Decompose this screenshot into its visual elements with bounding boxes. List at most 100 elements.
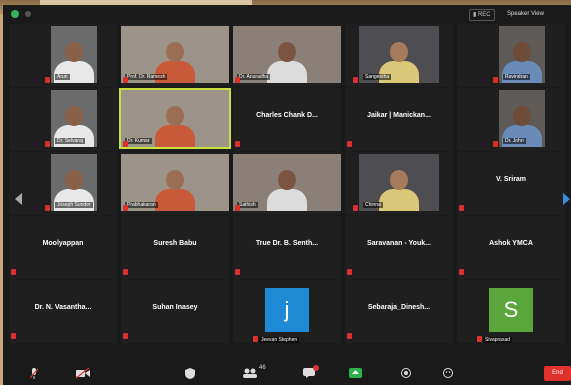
participant-name-label: Jeevan Stephen: [259, 337, 300, 343]
shield-icon: [185, 368, 195, 379]
previous-page-arrow-icon[interactable]: [15, 193, 22, 205]
participant-tile[interactable]: V. Sriram: [457, 152, 565, 215]
participant-tile[interactable]: Ashok YMCA: [457, 216, 565, 279]
muted-microphone-icon: [353, 77, 358, 83]
participant-face: [166, 42, 184, 62]
participant-name: Saravanan - Youk...: [367, 240, 431, 247]
participant-name-label: Chinna: [363, 202, 383, 208]
participant-name-label: Dr. John: [503, 138, 526, 144]
muted-microphone-icon: [11, 333, 16, 339]
muted-microphone-icon: [493, 77, 498, 83]
participant-name: Jaikar | Manickan...: [367, 112, 431, 119]
meeting-toolbar: 46 End: [3, 362, 571, 385]
participant-name: Sebaraja_Dinesh...: [367, 304, 431, 311]
video-camera-icon: [76, 368, 90, 378]
participant-name: True Dr. B. Senth...: [255, 240, 319, 247]
reactions-button[interactable]: [443, 368, 453, 378]
participant-body: [267, 189, 307, 211]
muted-microphone-icon: [459, 205, 464, 211]
participant-tile[interactable]: Prof. Dr. Ramesh: [121, 24, 229, 87]
participant-name: V. Sriram: [495, 176, 527, 183]
start-video-button[interactable]: [76, 368, 90, 378]
muted-microphone-icon: [11, 269, 16, 275]
participant-face: [513, 106, 531, 126]
participant-video: Ravindran: [499, 26, 545, 83]
muted-microphone-icon: [123, 205, 128, 211]
security-button[interactable]: [185, 368, 195, 379]
participant-name-label: Joseph Sunder: [55, 202, 93, 208]
participant-video: Dr. Anuradha: [233, 26, 341, 83]
participant-face: [65, 106, 83, 126]
muted-microphone-icon: [45, 141, 50, 147]
participant-video: Dr. Kumar: [119, 88, 231, 149]
unmute-button[interactable]: [29, 368, 39, 379]
participant-name: Charles Chank D...: [256, 112, 318, 119]
participant-name: Dr. N. Vasantha...: [34, 304, 92, 311]
participant-tile[interactable]: Jaikar | Manickan...: [345, 88, 453, 151]
participants-icon: [243, 368, 257, 378]
participant-tile[interactable]: Dr. John: [457, 88, 565, 151]
participant-tile[interactable]: Dr. Anuradha: [233, 24, 341, 87]
participant-tile[interactable]: Sangeetha: [345, 24, 453, 87]
participant-face: [65, 42, 83, 62]
participant-name-label: Sangeetha: [363, 74, 392, 80]
participant-avatar: S: [489, 288, 533, 332]
next-page-arrow-icon[interactable]: [563, 193, 570, 205]
top-bar: ▮ REC Speaker View: [3, 5, 571, 23]
participant-tile[interactable]: Arun: [9, 24, 117, 87]
info-icon[interactable]: [25, 11, 31, 17]
meeting-window: ▮ REC Speaker View Arun Prof. Dr. Ramesh D…: [3, 5, 571, 385]
participant-name-label: Prof. Dr. Ramesh: [125, 74, 168, 80]
muted-microphone-icon: [235, 269, 240, 275]
end-meeting-button[interactable]: End: [544, 366, 571, 381]
participant-name-label: Ravindran: [503, 74, 530, 80]
participant-name-label: Dr. Selvaraj: [55, 138, 85, 144]
participant-body: [379, 189, 419, 211]
participant-tile[interactable]: Dr. Kumar: [119, 88, 231, 151]
muted-microphone-icon: [459, 269, 464, 275]
participant-video: Prabhakaran: [121, 154, 229, 211]
participant-tile[interactable]: Joseph Sunder: [9, 152, 117, 215]
muted-microphone-icon: [45, 77, 50, 83]
participant-tile[interactable]: Ravindran: [457, 24, 565, 87]
participant-tile[interactable]: Chinna: [345, 152, 453, 215]
participant-video: Sathish: [233, 154, 341, 211]
participant-grid: Arun Prof. Dr. Ramesh Dr. Anuradha Sangeeth…: [3, 24, 571, 364]
participant-face: [166, 106, 184, 126]
participants-button[interactable]: [243, 368, 257, 378]
muted-microphone-icon: [235, 205, 240, 211]
participant-tile[interactable]: Moolyappan: [9, 216, 117, 279]
participant-tile[interactable]: Sebaraja_Dinesh...: [345, 280, 453, 343]
muted-microphone-icon: [253, 336, 258, 342]
recording-badge: ▮ REC: [469, 9, 495, 21]
participant-name: Suhan Inasey: [152, 304, 198, 311]
security-shield-icon[interactable]: [11, 10, 19, 18]
participant-tile[interactable]: S Sivaprasad: [457, 280, 565, 343]
participant-face: [513, 42, 531, 62]
participant-tile[interactable]: True Dr. B. Senth...: [233, 216, 341, 279]
muted-microphone-icon: [123, 141, 128, 147]
participant-tile[interactable]: Suresh Babu: [121, 216, 229, 279]
participant-face: [390, 42, 408, 62]
participant-tile[interactable]: Charles Chank D...: [233, 88, 341, 151]
record-button[interactable]: [401, 368, 411, 378]
participant-body: [267, 61, 307, 83]
participant-tile[interactable]: j Jeevan Stephen: [233, 280, 341, 343]
muted-microphone-icon: [123, 77, 128, 83]
participant-tile[interactable]: Prabhakaran: [121, 152, 229, 215]
muted-microphone-icon: [45, 205, 50, 211]
participant-tile[interactable]: Dr. N. Vasantha...: [9, 280, 117, 343]
participant-face: [166, 170, 184, 190]
participant-name-label: Dr. Anuradha: [237, 74, 271, 80]
participant-tile[interactable]: Sathish: [233, 152, 341, 215]
participant-name: Moolyappan: [42, 240, 84, 247]
participant-name: Ashok YMCA: [489, 240, 533, 247]
participant-tile[interactable]: Dr. Selvaraj: [9, 88, 117, 151]
share-screen-button[interactable]: [349, 368, 362, 378]
participant-video: Arun: [51, 26, 97, 83]
participant-tile[interactable]: Saravanan - Youk...: [345, 216, 453, 279]
view-toggle-button[interactable]: Speaker View: [507, 9, 544, 19]
participant-tile[interactable]: Suhan Inasey: [121, 280, 229, 343]
muted-microphone-icon: [353, 205, 358, 211]
muted-microphone-icon: [235, 77, 240, 83]
